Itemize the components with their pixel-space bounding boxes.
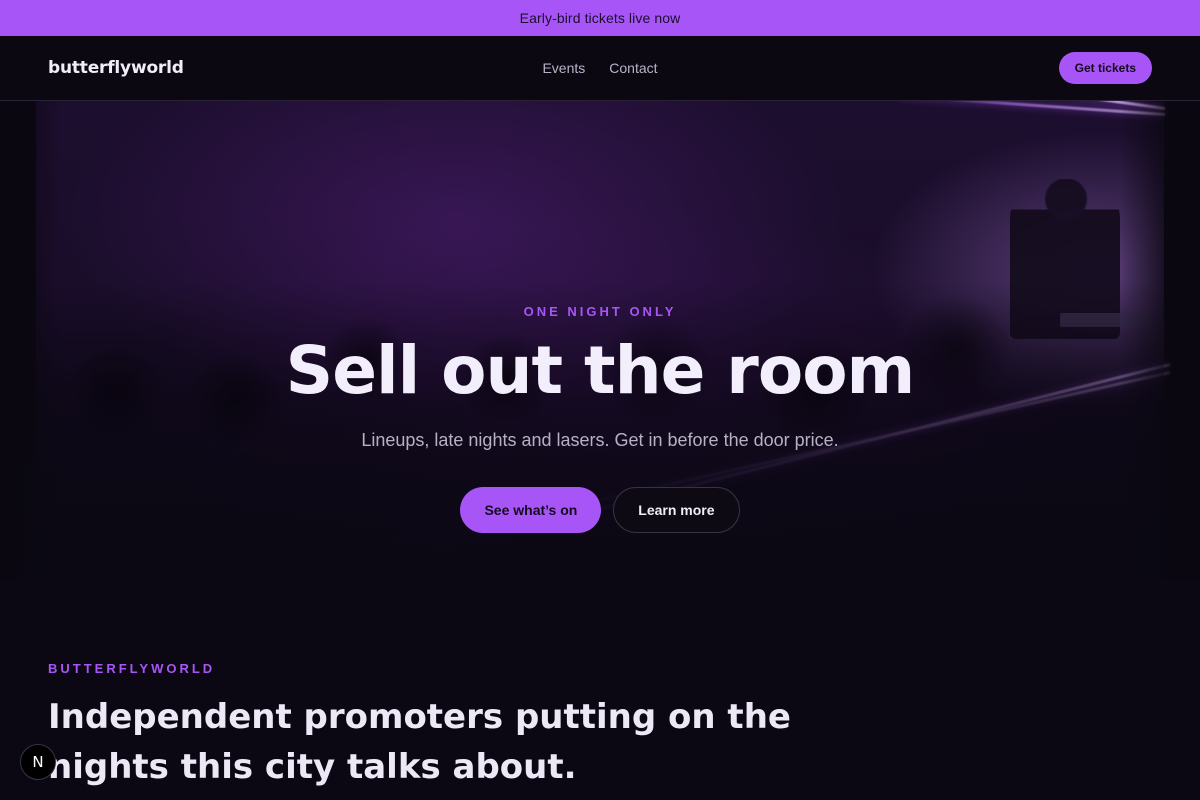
about-title: Independent promoters putting on the nig… <box>48 697 791 787</box>
hero-subtitle: Lineups, late nights and lasers. Get in … <box>361 430 839 450</box>
hero-content: ONE NIGHT ONLY Sell out the room Lineups… <box>0 101 1200 580</box>
hero-buttons: See what’s on Learn more <box>0 487 1200 533</box>
about-eyebrow: BUTTERFLYWORLD <box>48 661 216 676</box>
next-logo-icon[interactable]: N <box>20 744 56 780</box>
site-header: butterflyworld Events Contact Get ticket… <box>0 36 1200 101</box>
about-section: BUTTERFLYWORLD Independent promoters put… <box>0 580 1200 800</box>
hero-eyebrow: ONE NIGHT ONLY <box>523 304 677 319</box>
see-whats-on-button[interactable]: See what’s on <box>460 487 602 533</box>
get-tickets-button[interactable]: Get tickets <box>1058 52 1152 84</box>
learn-more-button[interactable]: Learn more <box>613 487 740 533</box>
site-logo[interactable]: butterflyworld <box>48 58 184 78</box>
hero-section: ONE NIGHT ONLY Sell out the room Lineups… <box>0 101 1200 580</box>
nav-link-contact[interactable]: Contact <box>609 60 657 76</box>
hero-title: Sell out the room <box>285 332 916 409</box>
announcement-bar: Early-bird tickets live now <box>0 0 1200 36</box>
announcement-text: Early-bird tickets live now <box>519 10 681 26</box>
nav-link-events[interactable]: Events <box>542 60 585 76</box>
